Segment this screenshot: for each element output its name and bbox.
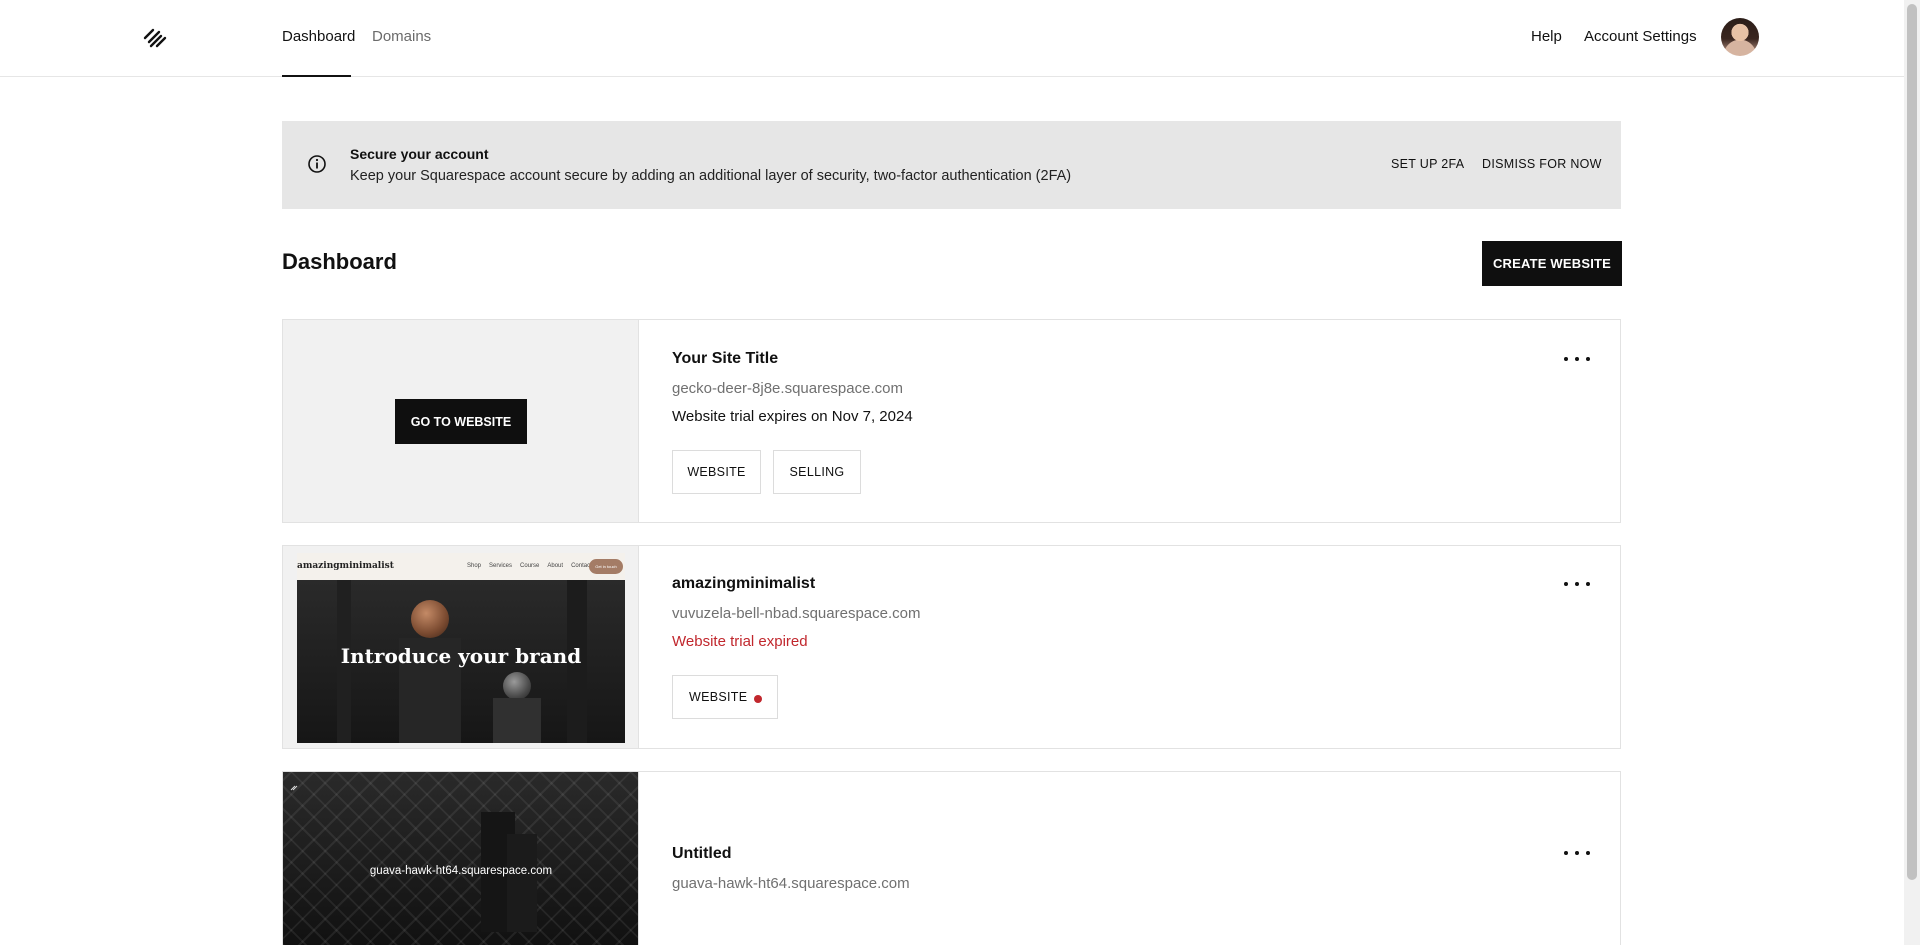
help-link[interactable]: Help xyxy=(1531,28,1562,45)
site-card: GO TO WEBSITE Your Site Title gecko-deer… xyxy=(282,319,1621,523)
website-button[interactable]: WEBSITE xyxy=(672,675,778,719)
scrollbar-thumb[interactable] xyxy=(1907,4,1917,880)
selling-button[interactable]: SELLING xyxy=(773,450,861,494)
site-status: Website trial expired xyxy=(672,633,808,650)
dismiss-for-now-button[interactable]: DISMISS FOR NOW xyxy=(1482,157,1602,171)
site-thumbnail[interactable]: amazingminimalist Shop Services Course A… xyxy=(283,546,639,748)
site-status: Website trial expires on Nov 7, 2024 xyxy=(672,408,913,425)
preview-nav-item: Services xyxy=(489,563,513,569)
preview-pattern xyxy=(283,772,638,945)
banner-text: Keep your Squarespace account secure by … xyxy=(350,168,1072,184)
site-preview: amazingminimalist Shop Services Course A… xyxy=(297,553,625,743)
site-card: amazingminimalist Shop Services Course A… xyxy=(282,545,1621,749)
secure-account-banner: Secure your account Keep your Squarespac… xyxy=(282,121,1621,209)
preview-brand: amazingminimalist xyxy=(297,561,394,571)
preview-nav-button: Get in touch xyxy=(589,559,623,574)
active-tab-indicator xyxy=(282,75,351,77)
site-title[interactable]: amazingminimalist xyxy=(672,575,815,593)
set-up-2fa-button[interactable]: SET UP 2FA xyxy=(1391,157,1464,171)
site-url: guava-hawk-ht64.squarespace.com xyxy=(672,875,910,892)
more-options-icon[interactable] xyxy=(1564,353,1590,365)
site-url: vuvuzela-bell-nbad.squarespace.com xyxy=(672,605,921,622)
preview-url-text: guava-hawk-ht64.squarespace.com xyxy=(369,865,553,877)
create-website-button[interactable]: CREATE WEBSITE xyxy=(1482,241,1622,286)
more-options-icon[interactable] xyxy=(1564,847,1590,859)
preview-nav-bar: amazingminimalist Shop Services Course A… xyxy=(297,553,625,580)
go-to-website-button[interactable]: GO TO WEBSITE xyxy=(395,399,527,444)
tab-domains[interactable]: Domains xyxy=(372,28,431,45)
preview-nav-item: About xyxy=(547,563,564,569)
avatar[interactable] xyxy=(1721,18,1759,56)
preview-hero: Introduce your brand xyxy=(297,580,625,743)
site-title[interactable]: Your Site Title xyxy=(672,350,778,368)
site-title[interactable]: Untitled xyxy=(672,845,732,863)
preview-sphere xyxy=(411,600,449,638)
preview-headline: Introduce your brand xyxy=(340,644,582,668)
site-thumbnail[interactable]: guava-hawk-ht64.squarespace.com xyxy=(283,772,639,945)
info-icon xyxy=(307,154,327,174)
site-thumbnail: GO TO WEBSITE xyxy=(283,320,639,522)
preview-logo-icon xyxy=(290,778,298,791)
site-card: guava-hawk-ht64.squarespace.com Untitled… xyxy=(282,771,1621,945)
more-options-icon[interactable] xyxy=(1564,578,1590,590)
preview-nav-item: Shop xyxy=(467,563,482,569)
website-button-label: WEBSITE xyxy=(689,690,748,704)
account-settings-link[interactable]: Account Settings xyxy=(1584,28,1697,45)
preview-nav-item: Course xyxy=(520,563,540,569)
preview-nav: Shop Services Course About Contact xyxy=(467,563,592,569)
site-url: gecko-deer-8j8e.squarespace.com xyxy=(672,380,903,397)
tab-dashboard[interactable]: Dashboard xyxy=(282,28,355,45)
banner-title: Secure your account xyxy=(350,146,489,162)
alert-dot-icon xyxy=(754,695,762,703)
top-navigation-bar: Dashboard Domains Help Account Settings xyxy=(0,0,1904,77)
website-button[interactable]: WEBSITE xyxy=(672,450,761,494)
page-title: Dashboard xyxy=(282,249,397,274)
squarespace-logo-icon[interactable] xyxy=(142,26,168,50)
